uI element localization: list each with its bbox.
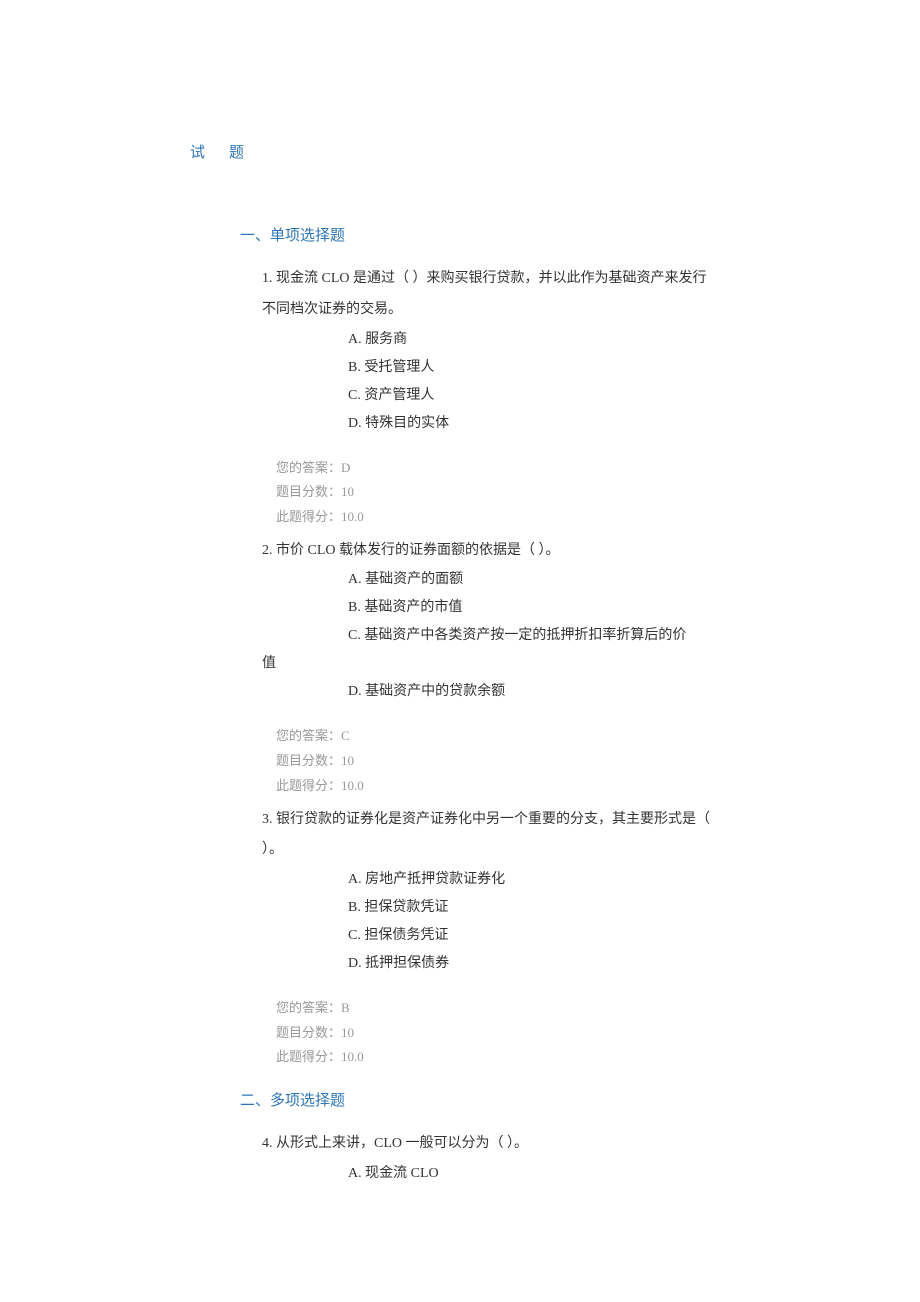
q3-option-b: B. 担保贷款凭证 bbox=[348, 894, 730, 922]
q3-option-d: D. 抵押担保债券 bbox=[348, 950, 730, 978]
section-2-heading: 二、多项选择题 bbox=[240, 1088, 730, 1115]
q2-your-answer: 您的答案：C bbox=[276, 724, 730, 749]
q1-your-answer: 您的答案：D bbox=[276, 456, 730, 481]
q2-option-b: B. 基础资产的市值 bbox=[348, 594, 730, 622]
q4-stem: 4. 从形式上来讲，CLO 一般可以分为（ ）。 bbox=[262, 1129, 710, 1160]
q3-stem: 3. 银行贷款的证券化是资产证券化中另一个重要的分支，其主要形式是（ ）。 bbox=[262, 805, 710, 867]
q2-option-d: D. 基础资产中的贷款余额 bbox=[348, 678, 730, 706]
q2-option-c-line1: C. 基础资产中各类资产按一定的抵押折扣率折算后的价 bbox=[348, 622, 730, 650]
q1-option-c: C. 资产管理人 bbox=[348, 382, 730, 410]
q4-option-a: A. 现金流 CLO bbox=[348, 1160, 730, 1188]
section-1-heading: 一、单项选择题 bbox=[240, 223, 730, 250]
q3-option-a: A. 房地产抵押贷款证券化 bbox=[348, 866, 730, 894]
page-title: 试题 bbox=[190, 140, 730, 167]
q1-score: 此题得分：10.0 bbox=[276, 505, 730, 530]
q1-option-a: A. 服务商 bbox=[348, 326, 730, 354]
q2-option-c-line2: 值 bbox=[262, 650, 730, 678]
q2-stem: 2. 市价 CLO 载体发行的证券面额的依据是（ ）。 bbox=[262, 536, 710, 567]
q2-score: 此题得分：10.0 bbox=[276, 774, 730, 799]
q3-points: 题目分数：10 bbox=[276, 1021, 730, 1046]
q3-option-c: C. 担保债务凭证 bbox=[348, 922, 730, 950]
q3-score: 此题得分：10.0 bbox=[276, 1045, 730, 1070]
q1-option-b: B. 受托管理人 bbox=[348, 354, 730, 382]
q3-your-answer: 您的答案：B bbox=[276, 996, 730, 1021]
q1-stem: 1. 现金流 CLO 是通过（ ）来购买银行贷款，并以此作为基础资产来发行不同档… bbox=[262, 264, 710, 326]
q2-option-a: A. 基础资产的面额 bbox=[348, 566, 730, 594]
q2-points: 题目分数：10 bbox=[276, 749, 730, 774]
q1-option-d: D. 特殊目的实体 bbox=[348, 410, 730, 438]
q1-points: 题目分数：10 bbox=[276, 480, 730, 505]
